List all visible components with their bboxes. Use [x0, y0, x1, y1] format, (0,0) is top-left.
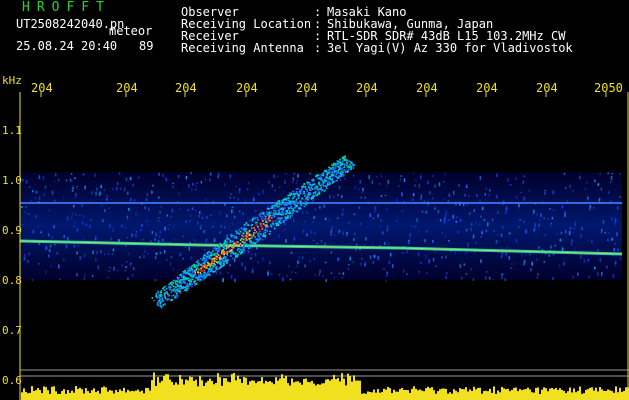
- y-tick-label: 1.0: [2, 174, 22, 187]
- x-tick-label: 204: [175, 81, 197, 95]
- spectrogram: [19, 92, 629, 400]
- date-time: 25.08.24 20:40: [16, 39, 118, 53]
- x-tick-label: 204: [31, 81, 53, 95]
- antenna-value: 3el Yagi(V) Az 330 for Vladivostok: [327, 41, 573, 55]
- x-tick-label: 204: [476, 81, 498, 95]
- x-tick-label: 204: [236, 81, 258, 95]
- app-logo: HROFFT: [22, 0, 111, 15]
- y-tick-label: 0.6: [2, 374, 22, 387]
- signal-level-bars: [21, 372, 629, 400]
- y-tick-label: 0.9: [2, 224, 22, 237]
- meteor-label: meteor: [109, 24, 153, 38]
- x-tick-label: 204: [116, 81, 138, 95]
- y-tick-label: 0.7: [2, 324, 22, 337]
- antenna-colon: :: [314, 41, 322, 55]
- hrofft-window: HROFFT UT2508242040.pn meteor 25.08.24 2…: [0, 0, 629, 400]
- x-tick-label: 204: [416, 81, 438, 95]
- meteor-count: 89: [139, 39, 154, 53]
- y-tick-label: 1.1: [2, 124, 22, 137]
- frequency-unit: kHz: [2, 74, 22, 87]
- x-tick-label: 204: [296, 81, 318, 95]
- y-tick-label: 0.8: [2, 274, 22, 287]
- x-tick-label: 2050: [594, 81, 623, 95]
- antenna-label: Receiving Antenna: [181, 41, 304, 55]
- x-tick-label: 204: [356, 81, 378, 95]
- x-tick-label: 204: [536, 81, 558, 95]
